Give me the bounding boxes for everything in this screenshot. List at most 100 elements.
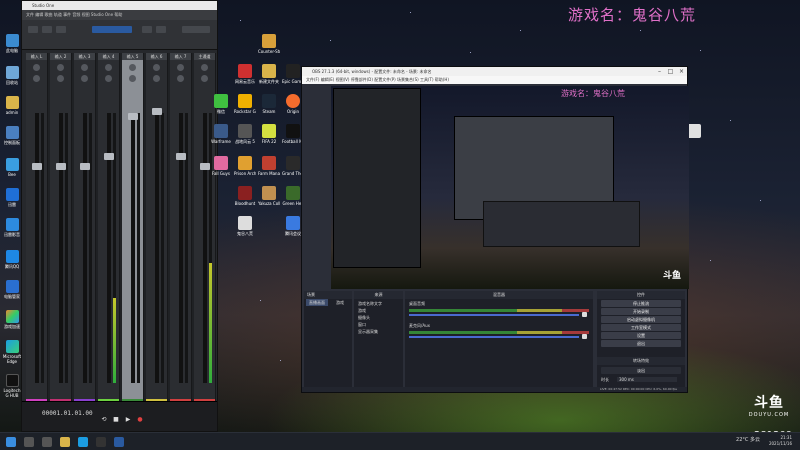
desktop-icon[interactable]: Fall Guys <box>210 156 232 176</box>
taskbar-clock[interactable]: 21:31 2021/11/16 <box>769 435 792 447</box>
loop-button[interactable]: ⟲ <box>100 416 108 424</box>
desktop-icon[interactable]: Prison Architect <box>234 156 256 176</box>
file-explorer-icon[interactable] <box>60 437 70 447</box>
pan-knob[interactable] <box>153 64 160 71</box>
send-knob[interactable] <box>129 75 136 82</box>
source-item[interactable]: 游戏名称文字 <box>358 301 382 307</box>
send-knob[interactable] <box>57 75 64 82</box>
desktop-icon[interactable]: 网易云音乐 <box>234 64 256 84</box>
scene-tab[interactable]: 直播画面 <box>306 299 328 306</box>
toolbar-button[interactable] <box>142 26 152 33</box>
volume-fader[interactable] <box>32 163 42 170</box>
speaker-icon[interactable] <box>582 312 587 317</box>
start-icon[interactable] <box>6 437 16 447</box>
desktop-icon[interactable]: 控制面板 <box>2 126 22 145</box>
send-knob[interactable] <box>105 75 112 82</box>
mixer-channel[interactable]: 输入 L <box>26 53 48 403</box>
desktop-icon[interactable]: Bee <box>2 158 22 177</box>
close-icon[interactable]: × <box>676 67 687 76</box>
source-item[interactable]: 窗口 <box>358 322 366 328</box>
send-knob[interactable] <box>153 75 160 82</box>
desktop-icon[interactable]: admin <box>2 96 22 115</box>
desktop-icon[interactable]: 鬼谷八荒 <box>234 216 256 236</box>
obs-titlebar[interactable]: OBS 27.1.3 (64-bit, windows) - 配置文件: 未命名… <box>302 67 687 76</box>
mixer-channel[interactable]: 输入 5 <box>122 53 144 403</box>
volume-slider[interactable] <box>409 336 579 338</box>
desktop-icon[interactable]: 战地风云 5 <box>234 124 256 144</box>
toolbar-button[interactable] <box>182 26 210 33</box>
desktop-icon[interactable]: Logitech G HUB <box>2 374 22 398</box>
volume-fader[interactable] <box>128 113 138 120</box>
edge-icon[interactable] <box>78 437 88 447</box>
volume-fader[interactable] <box>56 163 66 170</box>
start-recording-button[interactable]: 开始录制 <box>601 308 681 315</box>
mixer-channel[interactable]: 输入 4 <box>98 53 120 403</box>
pan-knob[interactable] <box>33 64 40 71</box>
send-knob[interactable] <box>177 75 184 82</box>
settings-button[interactable]: 设置 <box>601 332 681 339</box>
pan-knob[interactable] <box>177 64 184 71</box>
source-item[interactable]: 摄像头 <box>358 315 370 321</box>
daw-titlebar[interactable]: Studio One <box>22 1 217 10</box>
transition-select[interactable]: 淡出 <box>601 367 681 374</box>
speaker-icon[interactable] <box>582 334 587 339</box>
daw-menubar[interactable]: 文件 编辑 歌曲 轨道 事件 音频 视图 Studio One 帮助 <box>22 10 217 20</box>
maximize-icon[interactable]: □ <box>665 67 676 76</box>
studio-one-icon[interactable] <box>114 437 124 447</box>
volume-fader[interactable] <box>152 108 162 115</box>
obs-preview[interactable]: 游戏名：鬼谷八荒 斗鱼 <box>331 86 689 289</box>
desktop-icon[interactable]: 回收站 <box>2 66 22 85</box>
desktop-icon[interactable]: 新建文件夹 <box>258 64 280 84</box>
pan-knob[interactable] <box>129 64 136 71</box>
desktop-icon[interactable]: 电脑管家 <box>2 280 22 299</box>
desktop-icon[interactable]: 微信 <box>210 94 232 114</box>
play-button[interactable]: ▶ <box>124 416 132 424</box>
desktop-icon[interactable]: Warframe <box>210 124 232 144</box>
toolbar-selector[interactable] <box>92 26 132 33</box>
source-item[interactable]: 游戏 <box>358 308 366 314</box>
mixer-channel[interactable]: 输入 2 <box>50 53 72 403</box>
desktop-icon[interactable]: Yakuza Collection <box>258 186 280 206</box>
volume-fader[interactable] <box>200 163 210 170</box>
pan-knob[interactable] <box>81 64 88 71</box>
stop-streaming-button[interactable]: 停止推流 <box>601 300 681 307</box>
search-icon[interactable] <box>24 437 34 447</box>
toolbar-button[interactable] <box>56 26 66 33</box>
pan-knob[interactable] <box>57 64 64 71</box>
mixer-channel[interactable]: 输入 6 <box>146 53 168 403</box>
pan-knob[interactable] <box>201 64 208 71</box>
mixer-channel[interactable]: 输入 7 <box>170 53 192 403</box>
obs-icon[interactable] <box>96 437 106 447</box>
desktop-icon[interactable]: FIFA 22 <box>258 124 280 144</box>
volume-slider[interactable] <box>409 314 579 316</box>
volume-fader[interactable] <box>80 163 90 170</box>
volume-fader[interactable] <box>104 153 114 160</box>
source-item[interactable]: 显示器采集 <box>358 329 378 335</box>
desktop-icon[interactable]: 迅雷 <box>2 188 22 207</box>
desktop-icon[interactable]: 迅雷影音 <box>2 218 22 237</box>
desktop-icon[interactable]: Bloodhunt <box>234 186 256 206</box>
studio-mode-button[interactable]: 工作室模式 <box>601 324 681 331</box>
send-knob[interactable] <box>81 75 88 82</box>
obs-menubar[interactable]: 文件(F) 编辑(E) 视图(V) 停靠部件(D) 配置文件(P) 场景集合(S… <box>302 76 687 84</box>
record-button[interactable]: ● <box>136 416 144 424</box>
virtual-camera-button[interactable]: 启动虚拟摄像机 <box>601 316 681 323</box>
duration-input[interactable]: 300 ms <box>617 377 677 382</box>
desktop-icon[interactable]: 游戏加速 <box>2 310 22 329</box>
toolbar-button[interactable] <box>156 26 166 33</box>
desktop-icon[interactable]: Counter-Strike Global Off... <box>258 34 280 54</box>
daw-window[interactable]: Studio One 文件 编辑 歌曲 轨道 事件 音频 视图 Studio O… <box>21 0 218 432</box>
obs-window[interactable]: OBS 27.1.3 (64-bit, windows) - 配置文件: 未命名… <box>301 66 689 393</box>
desktop-icon[interactable]: Microsoft Edge <box>2 340 22 364</box>
volume-fader[interactable] <box>176 153 186 160</box>
desktop-icon[interactable]: 腾讯QQ <box>2 250 22 269</box>
exit-button[interactable]: 退出 <box>601 340 681 347</box>
toolbar-button[interactable] <box>42 26 52 33</box>
pan-knob[interactable] <box>105 64 112 71</box>
desktop-icon[interactable]: Steam <box>258 94 280 114</box>
mixer-channel[interactable]: 输入 3 <box>74 53 96 403</box>
desktop-icon[interactable]: 此电脑 <box>2 34 22 53</box>
task-view-icon[interactable] <box>42 437 52 447</box>
toolbar-button[interactable] <box>28 26 38 33</box>
system-tray-weather[interactable]: 22°C 多云 <box>736 436 760 443</box>
